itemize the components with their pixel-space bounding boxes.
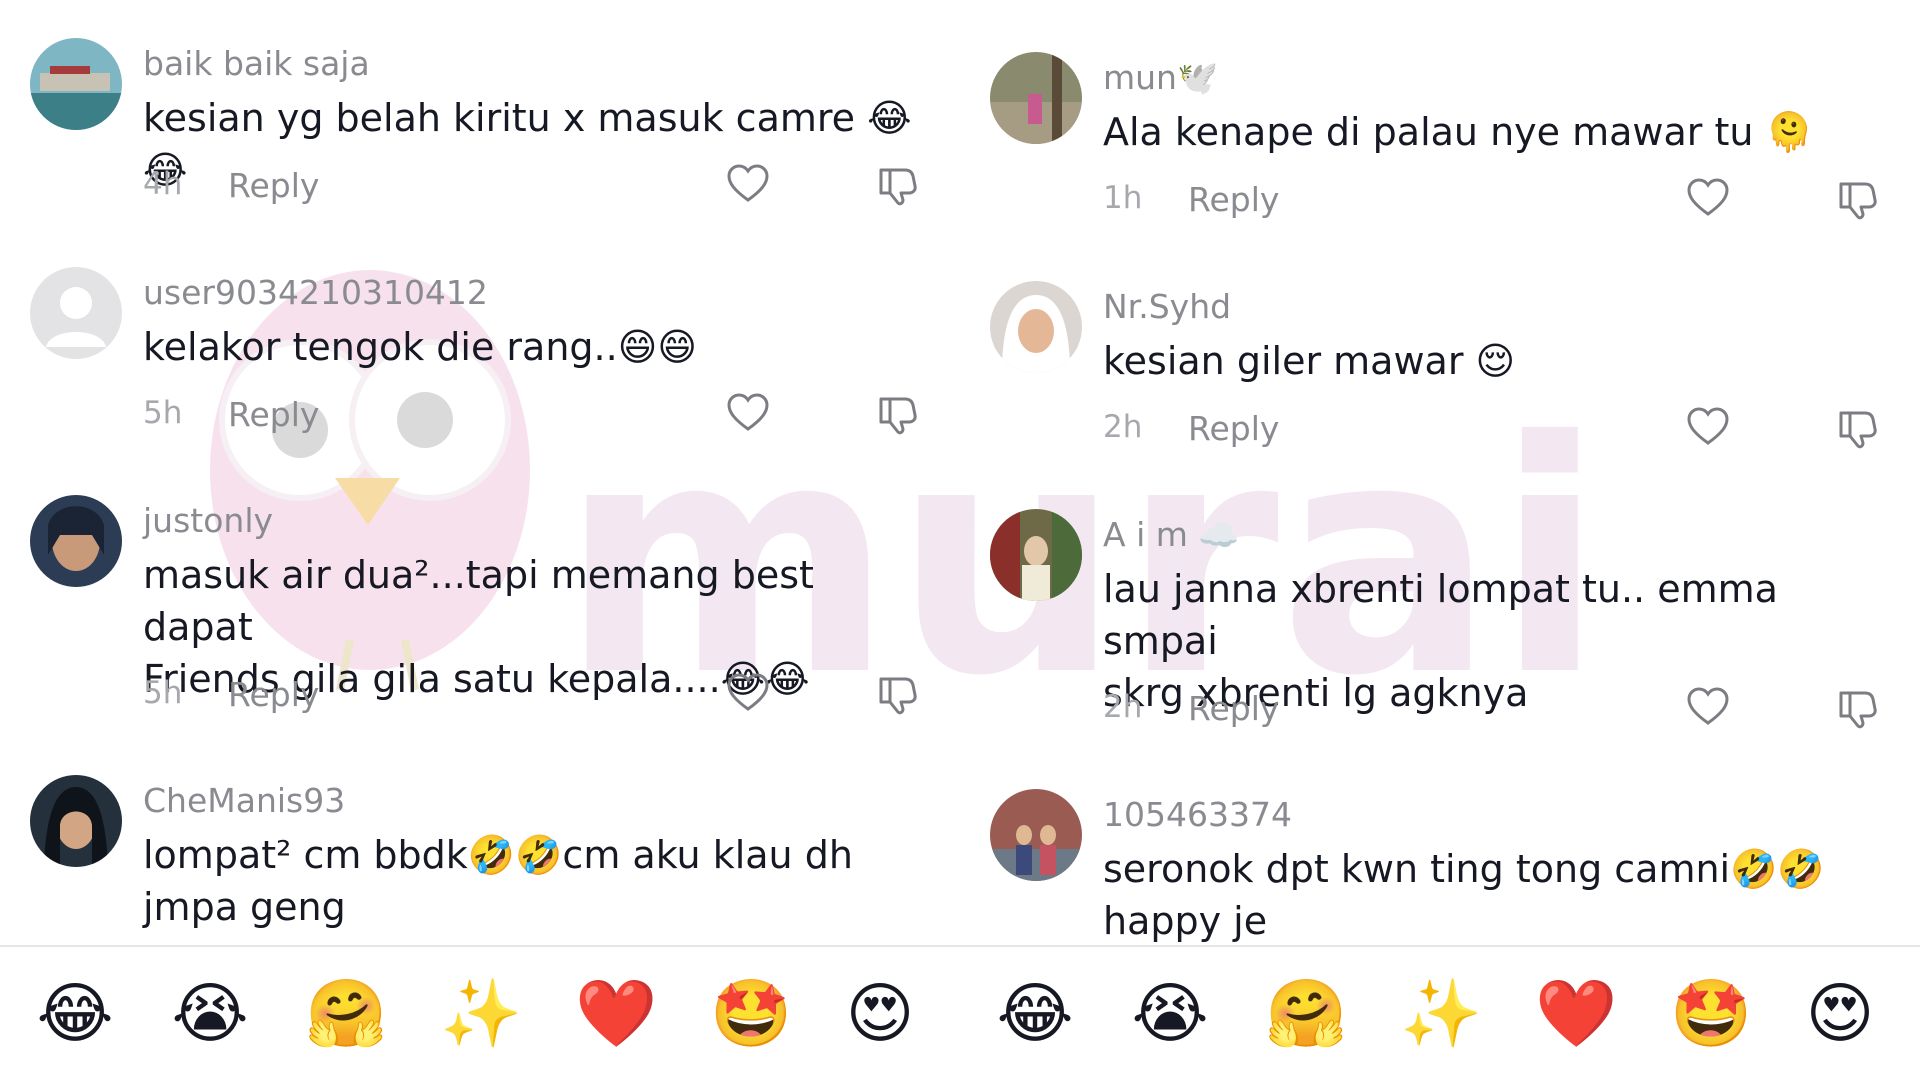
comment-text: Ala kenape di palau nye mawar tu 🫠 xyxy=(1103,110,1813,154)
reply-button[interactable]: Reply xyxy=(1188,689,1279,728)
like-heart-icon[interactable] xyxy=(1684,174,1732,222)
comment-meta: 4h Reply xyxy=(143,164,943,210)
comment-text: lompat² cm bbdk🤣🤣cm aku klau dh jmpa gen… xyxy=(143,833,853,929)
right-comments-panel: mun🕊️ Ala kenape di palau nye mawar tu 🫠… xyxy=(960,0,1920,1080)
emoji-button[interactable]: 🤗 xyxy=(305,974,387,1054)
dislike-icon[interactable] xyxy=(1833,174,1881,222)
emoji-button[interactable]: 😭 xyxy=(170,974,250,1054)
emoji-reaction-bar: 😂 😭 🤗 ✨ ❤️ 🤩 😍 xyxy=(960,960,1920,1070)
comment-time: 4h xyxy=(143,166,183,202)
comment-username[interactable]: A i m ☁️ xyxy=(1103,515,1239,555)
dislike-icon[interactable] xyxy=(873,160,921,208)
comment-time: 5h xyxy=(143,675,183,711)
dislike-icon[interactable] xyxy=(873,389,921,437)
emoji-button[interactable]: 😍 xyxy=(840,974,920,1054)
comment-time: 1h xyxy=(1103,180,1143,216)
dislike-icon[interactable] xyxy=(1833,403,1881,451)
divider xyxy=(960,945,1920,947)
avatar[interactable] xyxy=(30,38,122,130)
emoji-button[interactable]: 😂 xyxy=(35,974,115,1054)
comment-username[interactable]: baik baik saja xyxy=(143,44,370,83)
emoji-button[interactable]: 🤩 xyxy=(710,974,792,1054)
dislike-icon[interactable] xyxy=(1833,683,1881,731)
comment-meta: 5h Reply xyxy=(143,393,943,439)
emoji-button[interactable]: 🤩 xyxy=(1670,974,1752,1054)
avatar[interactable] xyxy=(990,52,1082,144)
comment-username[interactable]: mun🕊️ xyxy=(1103,58,1218,98)
comment-meta: 2h Reply xyxy=(1103,407,1903,453)
comment-username[interactable]: justonly xyxy=(143,501,273,540)
like-heart-icon[interactable] xyxy=(1684,683,1732,731)
emoji-button[interactable]: 🤗 xyxy=(1265,974,1347,1054)
avatar[interactable] xyxy=(30,267,122,359)
emoji-button[interactable]: ❤️ xyxy=(575,974,657,1054)
comment-meta: 2h Reply xyxy=(1103,687,1903,733)
left-comments-panel: baik baik saja kesian yg belah kiritu x … xyxy=(0,0,960,1080)
dislike-icon[interactable] xyxy=(873,669,921,717)
comment-time: 2h xyxy=(1103,689,1143,725)
avatar[interactable] xyxy=(990,509,1082,601)
like-heart-icon[interactable] xyxy=(724,669,772,717)
reply-button[interactable]: Reply xyxy=(228,166,319,205)
like-heart-icon[interactable] xyxy=(1684,403,1732,451)
emoji-button[interactable]: ✨ xyxy=(440,974,522,1054)
emoji-button[interactable]: 😭 xyxy=(1130,974,1210,1054)
avatar[interactable] xyxy=(30,495,122,587)
avatar[interactable] xyxy=(990,789,1082,881)
reply-button[interactable]: Reply xyxy=(228,675,319,714)
comment-text: kelakor tengok die rang..😄😄 xyxy=(143,325,697,369)
reply-button[interactable]: Reply xyxy=(1188,180,1279,219)
comment-username[interactable]: user9034210310412 xyxy=(143,273,488,312)
like-heart-icon[interactable] xyxy=(724,160,772,208)
emoji-button[interactable]: ✨ xyxy=(1400,974,1482,1054)
emoji-button[interactable]: 😍 xyxy=(1800,974,1880,1054)
emoji-button[interactable]: 😂 xyxy=(995,974,1075,1054)
comment-text: seronok dpt kwn ting tong camni🤣🤣 happy … xyxy=(1103,847,1825,943)
avatar[interactable] xyxy=(990,281,1082,373)
comment-time: 5h xyxy=(143,395,183,431)
avatar[interactable] xyxy=(30,775,122,867)
comment-username[interactable]: Nr.Syhd xyxy=(1103,287,1231,326)
comment-username[interactable]: 105463374 xyxy=(1103,795,1292,834)
reply-button[interactable]: Reply xyxy=(228,395,319,434)
comment-meta: 5h Reply xyxy=(143,673,943,719)
emoji-button[interactable]: ❤️ xyxy=(1535,974,1617,1054)
comment-time: 2h xyxy=(1103,409,1143,445)
reply-button[interactable]: Reply xyxy=(1188,409,1279,448)
comment-text: kesian giler mawar 😌 xyxy=(1103,339,1516,383)
like-heart-icon[interactable] xyxy=(724,389,772,437)
comment-meta: 1h Reply xyxy=(1103,178,1903,224)
comment-username[interactable]: CheManis93 xyxy=(143,781,345,820)
emoji-reaction-bar: 😂 😭 🤗 ✨ ❤️ 🤩 😍 xyxy=(0,960,960,1070)
divider xyxy=(0,945,960,947)
